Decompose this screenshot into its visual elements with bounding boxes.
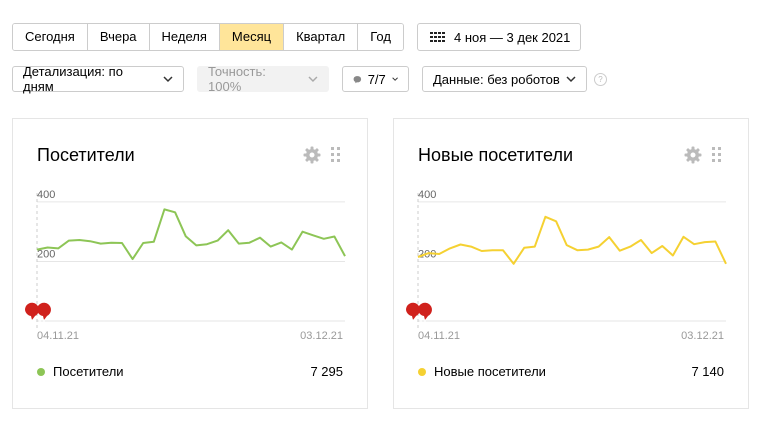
period-button[interactable]: Месяц	[219, 24, 285, 50]
legend-label: Новые посетители	[434, 364, 546, 379]
x-axis-start-label: 04.11.21	[418, 330, 461, 342]
accuracy-label: Точность: 100%	[208, 64, 266, 94]
chevron-down-icon	[392, 77, 398, 81]
period-segmented-control: Сегодня Вчера Неделя Месяц Квартал Год	[12, 23, 404, 51]
data-filter-label: Данные: без роботов	[433, 71, 560, 87]
widget-total: 7 295	[310, 364, 343, 379]
x-axis-end-label: 03.12.21	[681, 330, 724, 342]
y-tick-label: 200	[37, 248, 55, 260]
holiday-marker-icon: Н	[417, 302, 432, 328]
speech-bubble-icon	[353, 75, 362, 83]
marker-letter: Н	[420, 318, 427, 328]
series-line	[417, 215, 727, 265]
series-line	[36, 208, 346, 261]
visitors-widget: Посетители 400 200 Н Н 04.11.21 03.12.21 По…	[12, 118, 368, 409]
period-button[interactable]: Вчера	[87, 24, 150, 50]
help-icon[interactable]: ?	[594, 73, 607, 86]
chevron-down-icon	[308, 76, 318, 83]
period-button[interactable]: Квартал	[284, 24, 359, 50]
visitors-chart: 400 200 Н Н	[24, 189, 346, 331]
detail-label: Детализация: по дням	[23, 64, 123, 94]
x-axis-end-label: 03.12.21	[300, 330, 343, 342]
period-selector: Сегодня Вчера Неделя Месяц Квартал Год	[12, 23, 404, 51]
marker-letter: Н	[408, 318, 415, 328]
segments-label: 7/7	[367, 71, 386, 87]
legend-dot	[37, 367, 45, 376]
chevron-down-icon	[163, 76, 173, 83]
marker-letter: Н	[27, 318, 34, 328]
legend-dot	[418, 367, 426, 376]
date-range-button[interactable]: 4 ноя — 3 дек 2021	[417, 23, 581, 51]
segments-dropdown[interactable]: 7/7	[342, 66, 409, 92]
legend-item: Посетители	[37, 364, 124, 379]
calendar-icon	[430, 32, 445, 42]
x-axis-start-label: 04.11.21	[37, 330, 80, 342]
new-visitors-chart: 400200Н Н	[405, 189, 727, 331]
new-visitors-widget: Новые посетители 400 200 Н Н 04.11.21 03.12…	[393, 118, 749, 409]
accuracy-dropdown[interactable]: Точность: 100%	[197, 64, 329, 94]
y-tick-label: 400	[37, 189, 55, 201]
holiday-marker-icon: Н	[36, 302, 51, 328]
period-button[interactable]: Сегодня	[13, 24, 88, 50]
marker-letter: Н	[39, 318, 46, 328]
legend-item: Новые посетители	[418, 364, 546, 379]
period-button[interactable]: Год	[358, 24, 403, 50]
period-button[interactable]: Неделя	[149, 24, 220, 50]
date-range-label: 4 ноя — 3 дек 2021	[454, 29, 571, 45]
y-tick-label: 400	[418, 189, 436, 201]
legend-label: Посетители	[53, 364, 124, 379]
data-filter-dropdown[interactable]: Данные: без роботов	[422, 66, 587, 92]
chevron-down-icon	[566, 76, 576, 83]
detail-dropdown[interactable]: Детализация: по дням	[12, 64, 184, 94]
widget-total: 7 140	[691, 364, 724, 379]
